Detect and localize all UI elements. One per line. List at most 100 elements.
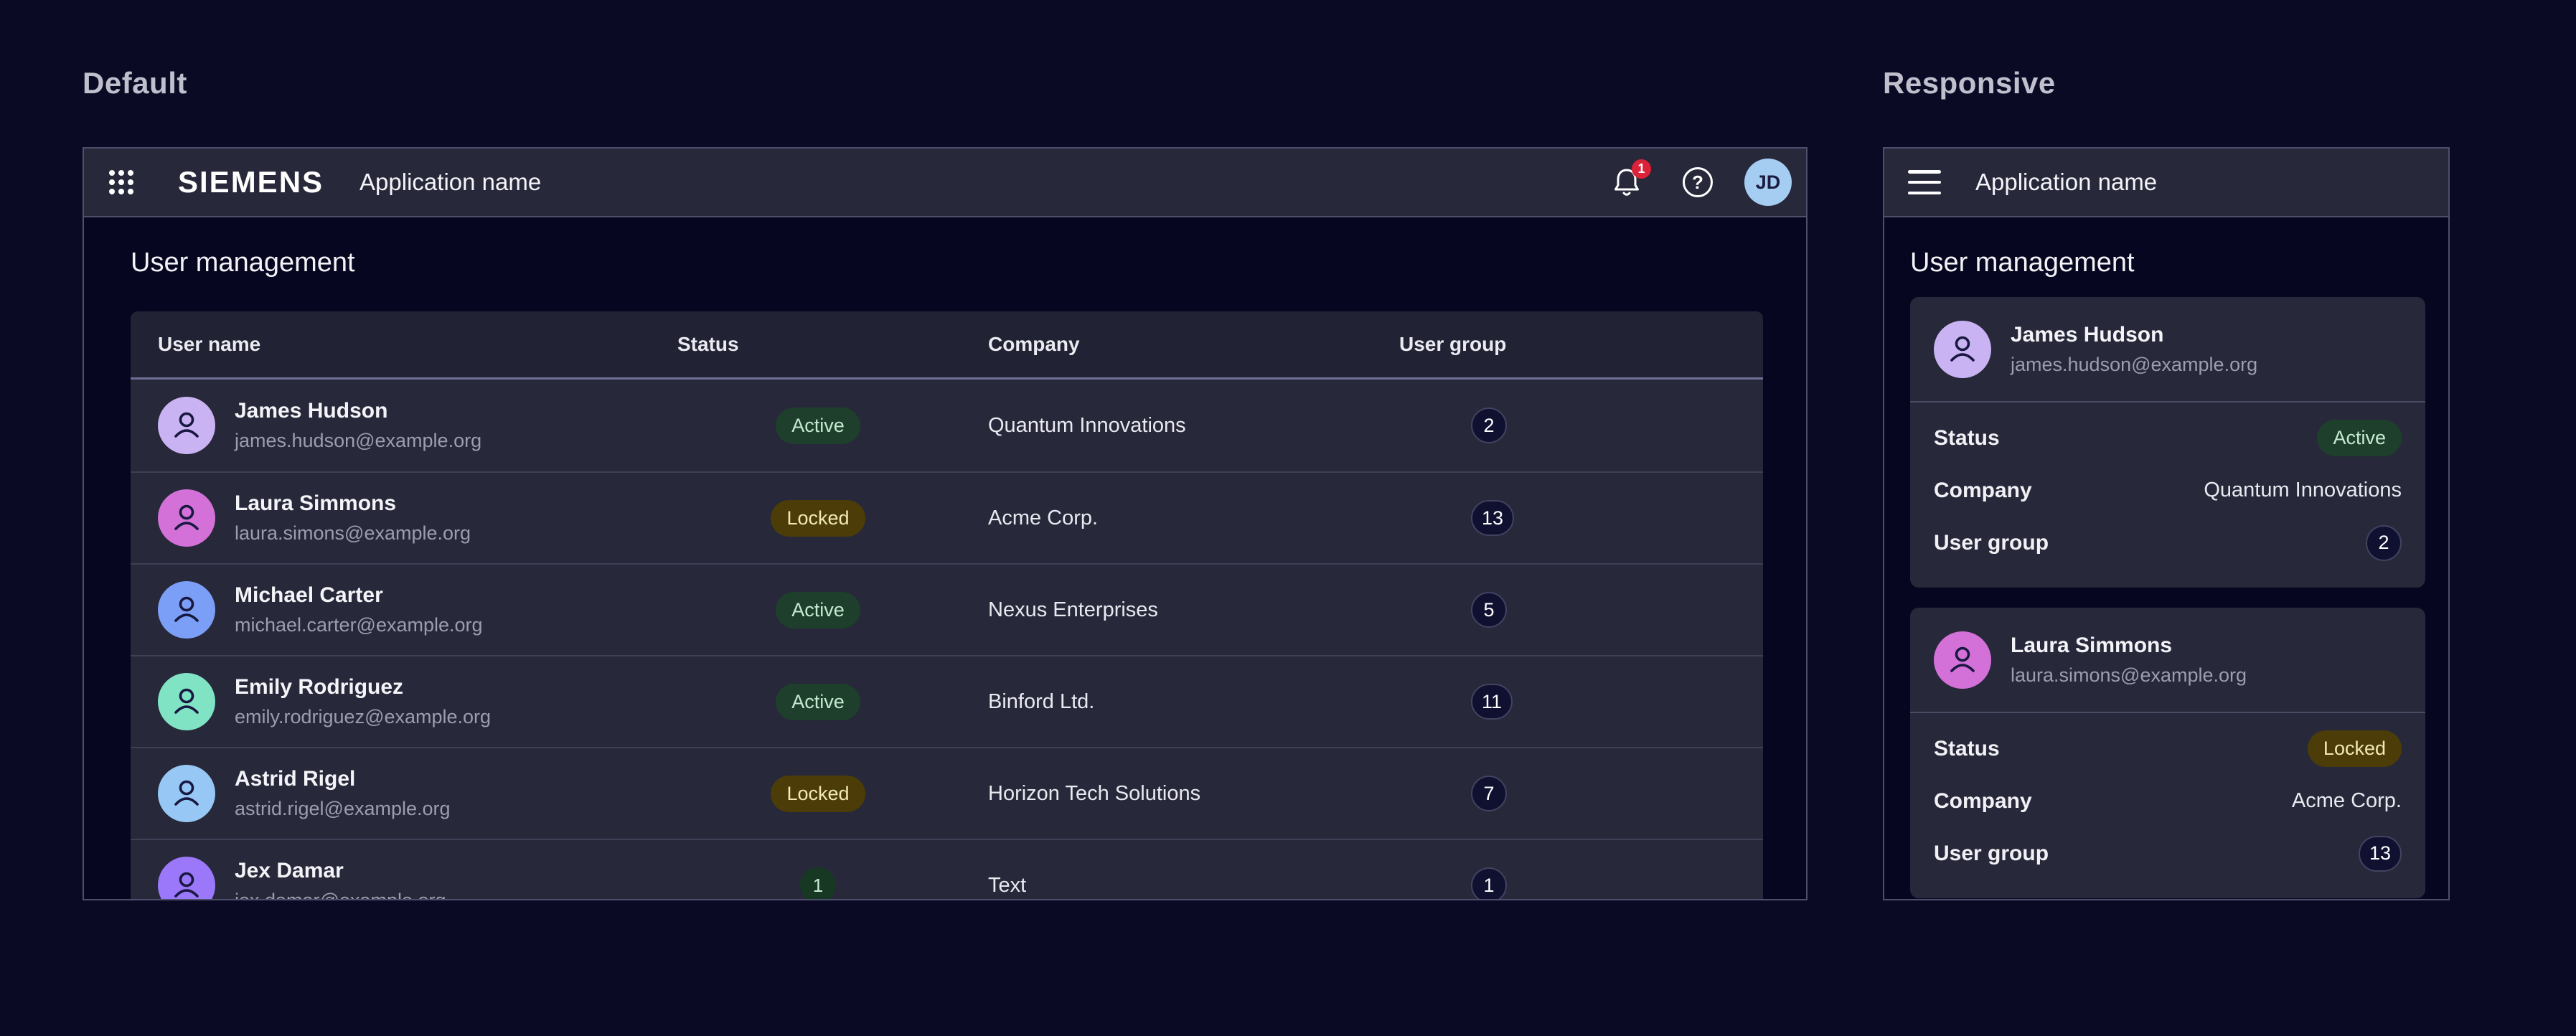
user-card[interactable]: James Hudson james.hudson@example.org St… bbox=[1910, 297, 2425, 588]
responsive-variant-card: Application name User management James H… bbox=[1883, 147, 2450, 900]
status-badge: Active bbox=[776, 592, 860, 628]
user-email: michael.carter@example.org bbox=[235, 614, 483, 636]
user-avatar bbox=[158, 489, 215, 547]
user-email: jex.damar@example.org bbox=[235, 890, 446, 900]
person-icon bbox=[166, 865, 207, 900]
app-header: SIEMENS Application name 1 ? JD bbox=[84, 149, 1806, 217]
user-group-badge: 13 bbox=[1471, 500, 1514, 536]
company-row: Company Acme Corp. bbox=[1910, 775, 2425, 827]
notifications-button[interactable]: 1 bbox=[1612, 166, 1641, 199]
help-button[interactable]: ? bbox=[1683, 167, 1713, 197]
username-cell: Michael Carter michael.carter@example.or… bbox=[131, 581, 677, 639]
status-cell: Locked bbox=[677, 500, 988, 537]
siemens-logo: SIEMENS bbox=[178, 165, 324, 199]
user-group-badge: 13 bbox=[2359, 836, 2402, 872]
default-variant-card: SIEMENS Application name 1 ? JD User man… bbox=[83, 147, 1808, 900]
status-cell: Locked bbox=[677, 776, 988, 812]
column-header-status: Status bbox=[677, 333, 988, 356]
user-avatar bbox=[158, 397, 215, 454]
usergroup-row: User group 2 bbox=[1910, 517, 2425, 569]
table-row[interactable]: Astrid Rigel astrid.rigel@example.org Lo… bbox=[131, 747, 1763, 839]
company-cell: Nexus Enterprises bbox=[988, 598, 1399, 622]
status-badge: Active bbox=[2317, 420, 2402, 456]
responsive-app-header: Application name bbox=[1884, 149, 2448, 217]
status-cell: Active bbox=[677, 408, 988, 444]
column-header-username: User name bbox=[131, 333, 677, 356]
company-cell: Horizon Tech Solutions bbox=[988, 782, 1399, 806]
status-badge: Active bbox=[776, 408, 860, 444]
usergroup-cell: 5 bbox=[1399, 592, 1763, 628]
responsive-page-title: User management bbox=[1910, 248, 2422, 278]
user-email: emily.rodriguez@example.org bbox=[235, 706, 491, 728]
user-avatar bbox=[158, 581, 215, 639]
company-cell: Acme Corp. bbox=[988, 507, 1399, 530]
person-icon bbox=[1942, 640, 1983, 680]
user-name: Astrid Rigel bbox=[235, 767, 451, 791]
user-table: User name Status Company User group Jame… bbox=[131, 311, 1763, 900]
user-email: laura.simons@example.org bbox=[235, 522, 471, 545]
user-card-header: James Hudson james.hudson@example.org bbox=[1910, 297, 2425, 401]
section-title-responsive: Responsive bbox=[1883, 66, 2056, 100]
user-card[interactable]: Laura Simmons laura.simons@example.org S… bbox=[1910, 608, 2425, 898]
usergroup-label: User group bbox=[1934, 842, 2049, 866]
table-row[interactable]: Michael Carter michael.carter@example.or… bbox=[131, 563, 1763, 655]
usergroup-cell: 2 bbox=[1399, 408, 1763, 443]
user-name: Emily Rodriguez bbox=[235, 675, 491, 700]
table-body: James Hudson james.hudson@example.org Ac… bbox=[131, 380, 1763, 900]
user-group-badge: 1 bbox=[1471, 867, 1507, 900]
person-icon bbox=[1942, 329, 1983, 369]
status-row: Status Locked bbox=[1910, 722, 2425, 775]
responsive-application-name: Application name bbox=[1975, 169, 2157, 196]
person-icon bbox=[166, 773, 207, 814]
table-row[interactable]: James Hudson james.hudson@example.org Ac… bbox=[131, 380, 1763, 471]
company-label: Company bbox=[1934, 479, 2032, 503]
user-avatar bbox=[1934, 321, 1991, 378]
company-cell: Binford Ltd. bbox=[988, 690, 1399, 714]
user-group-badge: 11 bbox=[1471, 684, 1513, 720]
company-value: Quantum Innovations bbox=[2204, 479, 2402, 502]
status-badge: Active bbox=[776, 684, 860, 720]
user-name: James Hudson bbox=[235, 399, 481, 423]
notification-count-badge: 1 bbox=[1632, 159, 1651, 179]
person-icon bbox=[166, 498, 207, 538]
company-cell: Quantum Innovations bbox=[988, 414, 1399, 438]
question-mark-icon: ? bbox=[1692, 171, 1703, 194]
user-group-badge: 2 bbox=[1471, 408, 1507, 443]
cards-container: James Hudson james.hudson@example.org St… bbox=[1910, 297, 2422, 898]
user-avatar bbox=[1934, 631, 1991, 689]
username-cell: Jex Damar jex.damar@example.org bbox=[131, 857, 677, 900]
user-name: Laura Simmons bbox=[235, 491, 471, 516]
usergroup-cell: 7 bbox=[1399, 776, 1763, 811]
company-label: Company bbox=[1934, 789, 2032, 814]
user-avatar-button[interactable]: JD bbox=[1744, 159, 1792, 206]
username-cell: Astrid Rigel astrid.rigel@example.org bbox=[131, 765, 677, 822]
section-title-default: Default bbox=[83, 66, 187, 100]
status-badge: Locked bbox=[2308, 730, 2402, 767]
responsive-content: User management James Hudson james.hudso… bbox=[1884, 217, 2448, 900]
person-icon bbox=[166, 682, 207, 722]
table-row[interactable]: Emily Rodriguez emily.rodriguez@example.… bbox=[131, 655, 1763, 747]
user-name: James Hudson bbox=[2011, 323, 2257, 347]
user-name: Jex Damar bbox=[235, 859, 446, 883]
usergroup-row: User group 13 bbox=[1910, 827, 2425, 880]
user-name: Michael Carter bbox=[235, 583, 483, 608]
status-label: Status bbox=[1934, 737, 2000, 761]
username-cell: James Hudson james.hudson@example.org bbox=[131, 397, 677, 454]
user-name: Laura Simmons bbox=[2011, 634, 2247, 658]
status-cell: Active bbox=[677, 684, 988, 720]
status-badge: Locked bbox=[771, 500, 865, 537]
usergroup-label: User group bbox=[1934, 531, 2049, 555]
status-cell: 1 bbox=[677, 867, 988, 900]
company-value: Acme Corp. bbox=[2292, 789, 2402, 813]
hamburger-icon bbox=[1908, 170, 1941, 194]
table-row[interactable]: Laura Simmons laura.simons@example.org L… bbox=[131, 471, 1763, 563]
user-email: astrid.rigel@example.org bbox=[235, 798, 451, 820]
app-launcher-button[interactable] bbox=[108, 169, 135, 196]
user-avatar bbox=[158, 857, 215, 900]
user-group-badge: 5 bbox=[1471, 592, 1507, 628]
table-row[interactable]: Jex Damar jex.damar@example.org 1 Text 1 bbox=[131, 839, 1763, 900]
username-cell: Laura Simmons laura.simons@example.org bbox=[131, 489, 677, 547]
usergroup-cell: 13 bbox=[1399, 500, 1763, 536]
status-badge: 1 bbox=[800, 867, 836, 900]
menu-button[interactable] bbox=[1908, 170, 1941, 194]
